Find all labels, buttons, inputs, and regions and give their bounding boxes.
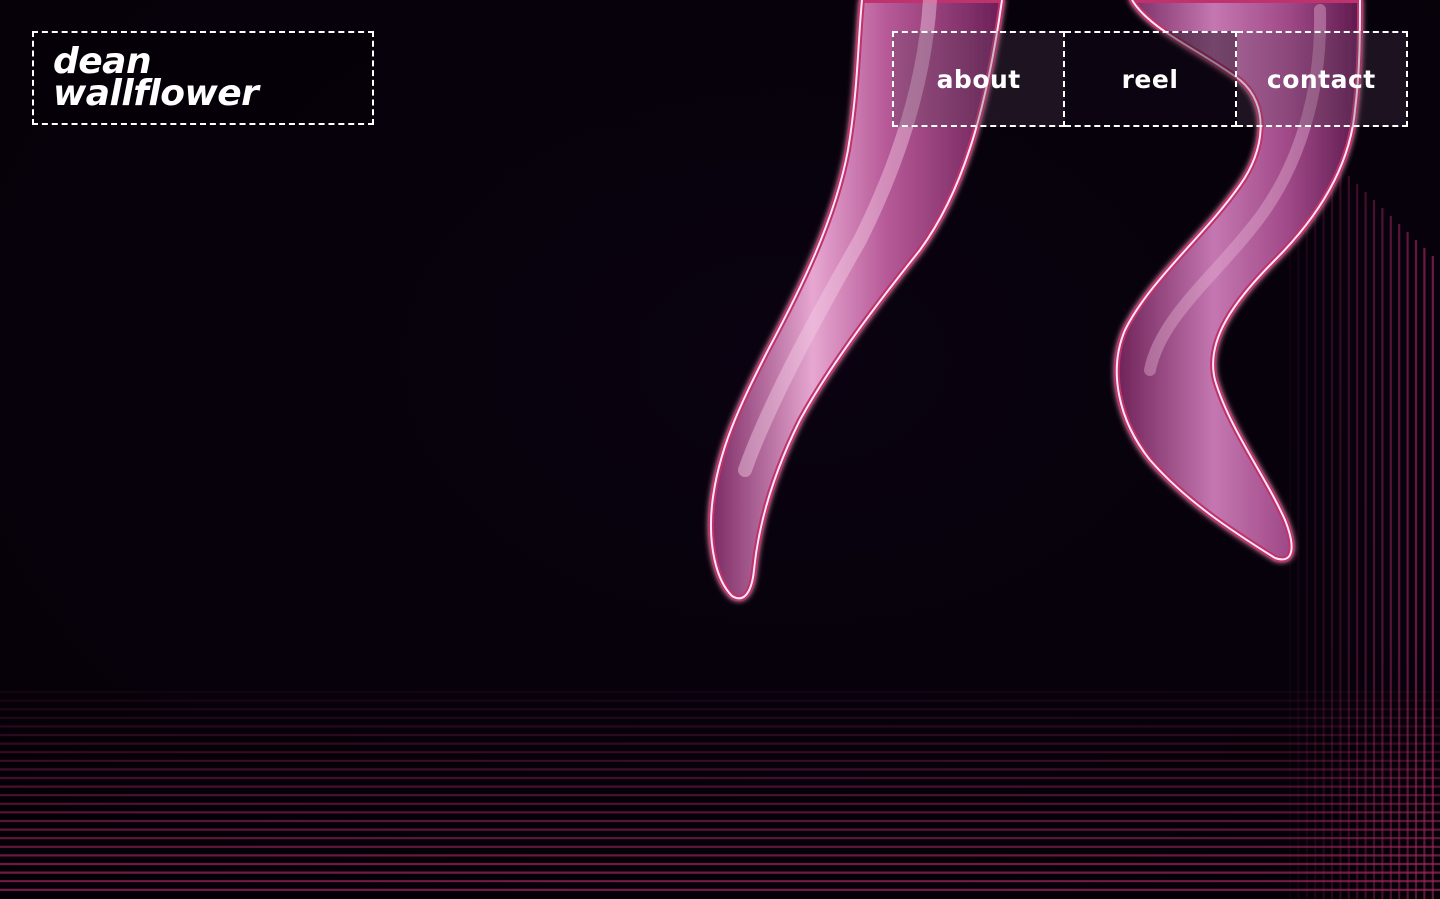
nav-item-reel[interactable]: reel (1065, 31, 1237, 127)
logo-box[interactable]: dean wallflower (32, 31, 374, 125)
hero-background (0, 0, 1440, 899)
nav-item-about[interactable]: about (892, 31, 1066, 127)
nav-item-label: contact (1266, 64, 1376, 94)
nav-item-label: reel (1121, 64, 1179, 94)
nav-item-contact[interactable]: contact (1236, 31, 1408, 127)
site-logo[interactable]: dean wallflower (53, 44, 259, 114)
hero-stage: dean wallflower about reel contact (0, 0, 1440, 899)
nav-item-label: about (936, 64, 1021, 94)
logo-line-2: wallflower (53, 73, 259, 114)
main-nav: about reel contact (892, 31, 1408, 127)
